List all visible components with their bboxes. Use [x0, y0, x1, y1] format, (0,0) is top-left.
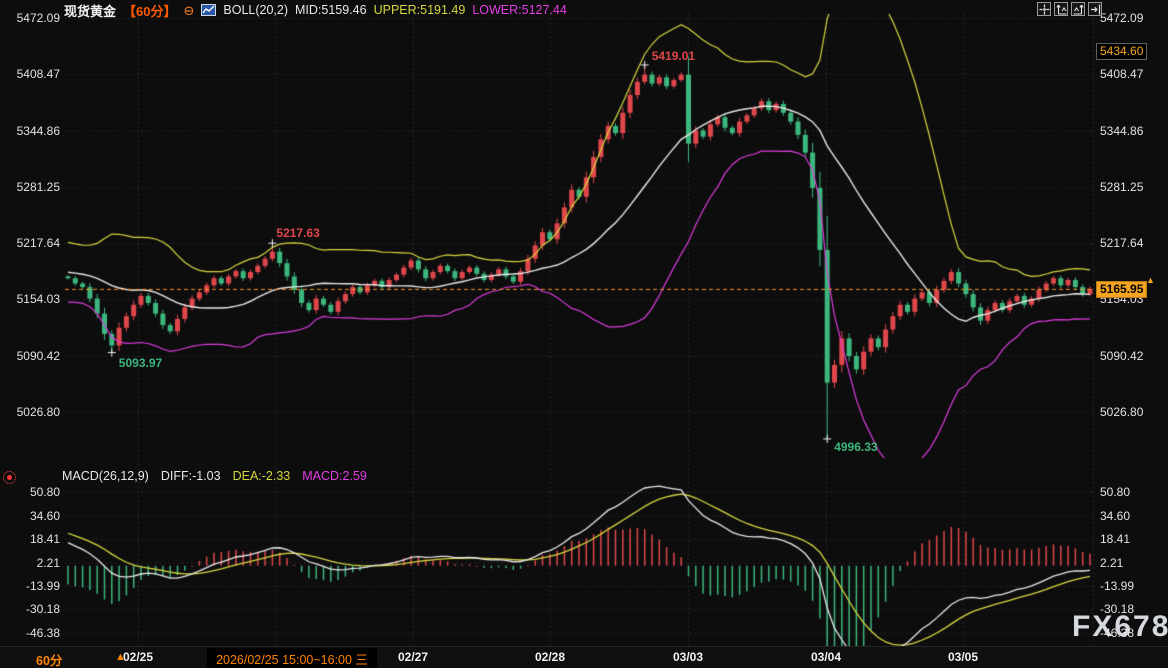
macd-axis-label: 2.21 — [2, 556, 60, 570]
macd-macd-value: MACD:2.59 — [302, 469, 367, 483]
price-axis-label: 5408.47 — [1100, 67, 1143, 81]
price-axis-label: 5344.86 — [2, 124, 60, 138]
price-axis-label: 5090.42 — [1100, 349, 1143, 363]
macd-axis-label: 34.60 — [1100, 509, 1130, 523]
macd-dea-value: DEA:-2.33 — [233, 469, 291, 483]
pan-icon[interactable] — [1037, 2, 1051, 16]
price-arrow-icon: ▲ — [1146, 275, 1155, 285]
jump-to-latest-icon[interactable] — [1088, 2, 1102, 16]
date-label: 03/04 — [811, 650, 841, 664]
price-axis-label: 5344.86 — [1100, 124, 1143, 138]
price-axis-label: 5154.03 — [2, 292, 60, 306]
price-axis-label: 5026.80 — [1100, 405, 1143, 419]
annotation-peak-high: 5419.01 — [652, 49, 695, 63]
chart-toolbar — [1037, 2, 1102, 16]
annotation-local-high: 5217.63 — [276, 226, 319, 240]
current-price-tag: 5165.95 — [1096, 281, 1147, 298]
macd-axis-label: -46.38 — [2, 626, 60, 640]
price-axis-label: 5217.64 — [2, 236, 60, 250]
price-axis-label: 5026.80 — [2, 405, 60, 419]
annotation-crash-low: 4996.33 — [834, 440, 877, 454]
macd-axis-label: 18.41 — [2, 532, 60, 546]
macd-axis-label: -13.99 — [1100, 579, 1134, 593]
macd-diff-value: DIFF:-1.03 — [161, 469, 221, 483]
macd-axis-label: -30.18 — [2, 602, 60, 616]
indicator-marker-icon[interactable] — [3, 471, 16, 484]
macd-axis-label: 2.21 — [1100, 556, 1123, 570]
price-chart-canvas[interactable] — [0, 0, 1168, 668]
collapse-icon[interactable]: ⊖ — [183, 4, 194, 17]
time-axis-bar: 60分 ▲ 2026/02/25 15:00~16:00 三 02/2502/2… — [0, 646, 1168, 668]
price-axis-label: 5472.09 — [2, 11, 60, 25]
chart-header: 现货黄金 【60分】 ⊖ BOLL(20,2) MID:5159.46 UPPE… — [64, 1, 567, 19]
macd-axis-label: -13.99 — [2, 579, 60, 593]
macd-axis-label: 50.80 — [2, 485, 60, 499]
price-axis-label: 5281.25 — [1100, 180, 1143, 194]
price-axis-label: 5090.42 — [2, 349, 60, 363]
annotation-local-low: 5093.97 — [119, 356, 162, 370]
symbol-name: 现货黄金 — [64, 1, 116, 20]
macd-axis-label: 50.80 — [1100, 485, 1130, 499]
boll-settings-label: BOLL(20,2) — [223, 3, 288, 17]
date-label: 02/25 — [123, 650, 153, 664]
price-axis-label: 5472.09 — [1100, 11, 1143, 25]
timeframe-label[interactable]: 60分 — [36, 650, 62, 668]
date-label: 02/28 — [535, 650, 565, 664]
high-price-tag: 5434.60 — [1096, 43, 1147, 60]
date-label: 03/05 — [948, 650, 978, 664]
date-label: 03/03 — [673, 650, 703, 664]
hovered-candle-info: 2026/02/25 15:00~16:00 三 — [207, 648, 377, 668]
boll-upper-value: UPPER:5191.49 — [374, 3, 466, 17]
macd-header: MACD(26,12,9) DIFF:-1.03 DEA:-2.33 MACD:… — [62, 469, 367, 483]
fit-right-axis-icon[interactable] — [1071, 2, 1085, 16]
watermark: FX678 — [1072, 610, 1168, 644]
boll-lower-value: LOWER:5127.44 — [472, 3, 567, 17]
indicator-icon[interactable] — [201, 4, 216, 16]
macd-axis-label: 18.41 — [1100, 532, 1130, 546]
price-axis-label: 5408.47 — [2, 67, 60, 81]
macd-axis-label: 34.60 — [2, 509, 60, 523]
period-label: 【60分】 — [123, 1, 176, 20]
date-label: 02/27 — [398, 650, 428, 664]
trading-chart-window: 现货黄金 【60分】 ⊖ BOLL(20,2) MID:5159.46 UPPE… — [0, 0, 1168, 668]
price-axis-label: 5281.25 — [2, 180, 60, 194]
macd-settings-label: MACD(26,12,9) — [62, 469, 149, 483]
fit-left-axis-icon[interactable] — [1054, 2, 1068, 16]
boll-mid-value: MID:5159.46 — [295, 3, 367, 17]
price-axis-label: 5217.64 — [1100, 236, 1143, 250]
